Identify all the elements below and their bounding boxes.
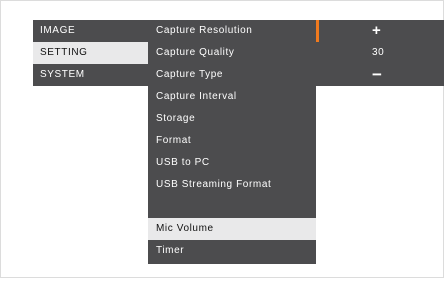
submenu-item-label: USB to PC [156,157,210,168]
submenu-item-label: Capture Interval [156,91,237,102]
submenu-item-capture-quality[interactable]: Capture Quality [148,42,316,64]
submenu-item-label: Capture Resolution [156,25,253,36]
submenu-item-storage[interactable]: Storage [148,108,316,130]
submenu-item-label: Mic Volume [156,223,214,234]
submenu-item-capture-type[interactable]: Capture Type [148,64,316,86]
submenu-item-label: Format [156,135,192,146]
submenu-item-timer[interactable]: Timer [148,240,316,262]
submenu-item-usb-streaming-format[interactable]: USB Streaming Format [148,174,316,196]
minus-icon: − [372,65,383,84]
plus-icon: + [372,22,382,39]
increase-button[interactable]: + [316,20,444,42]
submenu-item-label: Capture Quality [156,47,235,58]
submenu-item-label: USB Streaming Format [156,179,272,190]
submenu-item-capture-interval[interactable]: Capture Interval [148,86,316,108]
submenu-item-label: Capture Type [156,69,224,80]
submenu-item-label: Timer [156,245,185,256]
settings-submenu: Capture Resolution Capture Quality Captu… [148,20,316,278]
submenu-item-label: Storage [156,113,196,124]
submenu-item-usb-to-pc[interactable]: USB to PC [148,152,316,174]
mic-volume-value: 30 [372,47,385,58]
submenu-item-format[interactable]: Format [148,130,316,152]
submenu-item-mic-volume[interactable]: Mic Volume [148,218,316,240]
main-menu-item-label: SETTING [40,47,88,58]
main-menu-item-label: IMAGE [40,25,76,36]
decrease-button[interactable]: − [316,64,444,86]
main-menu-item-setting[interactable]: SETTING [33,42,148,64]
main-menu-item-image[interactable]: IMAGE [33,20,148,42]
main-menu-item-system[interactable]: SYSTEM [33,64,148,86]
value-display: 30 [316,42,444,64]
submenu-item-label: Timer Interval [156,267,226,278]
value-panel: + 30 − [316,20,444,86]
submenu-item-timer-interval[interactable]: Timer Interval [148,262,316,284]
main-menu: IMAGE SETTING SYSTEM [33,20,148,86]
submenu-item-capture-resolution[interactable]: Capture Resolution [148,20,316,42]
main-menu-item-label: SYSTEM [40,69,85,80]
